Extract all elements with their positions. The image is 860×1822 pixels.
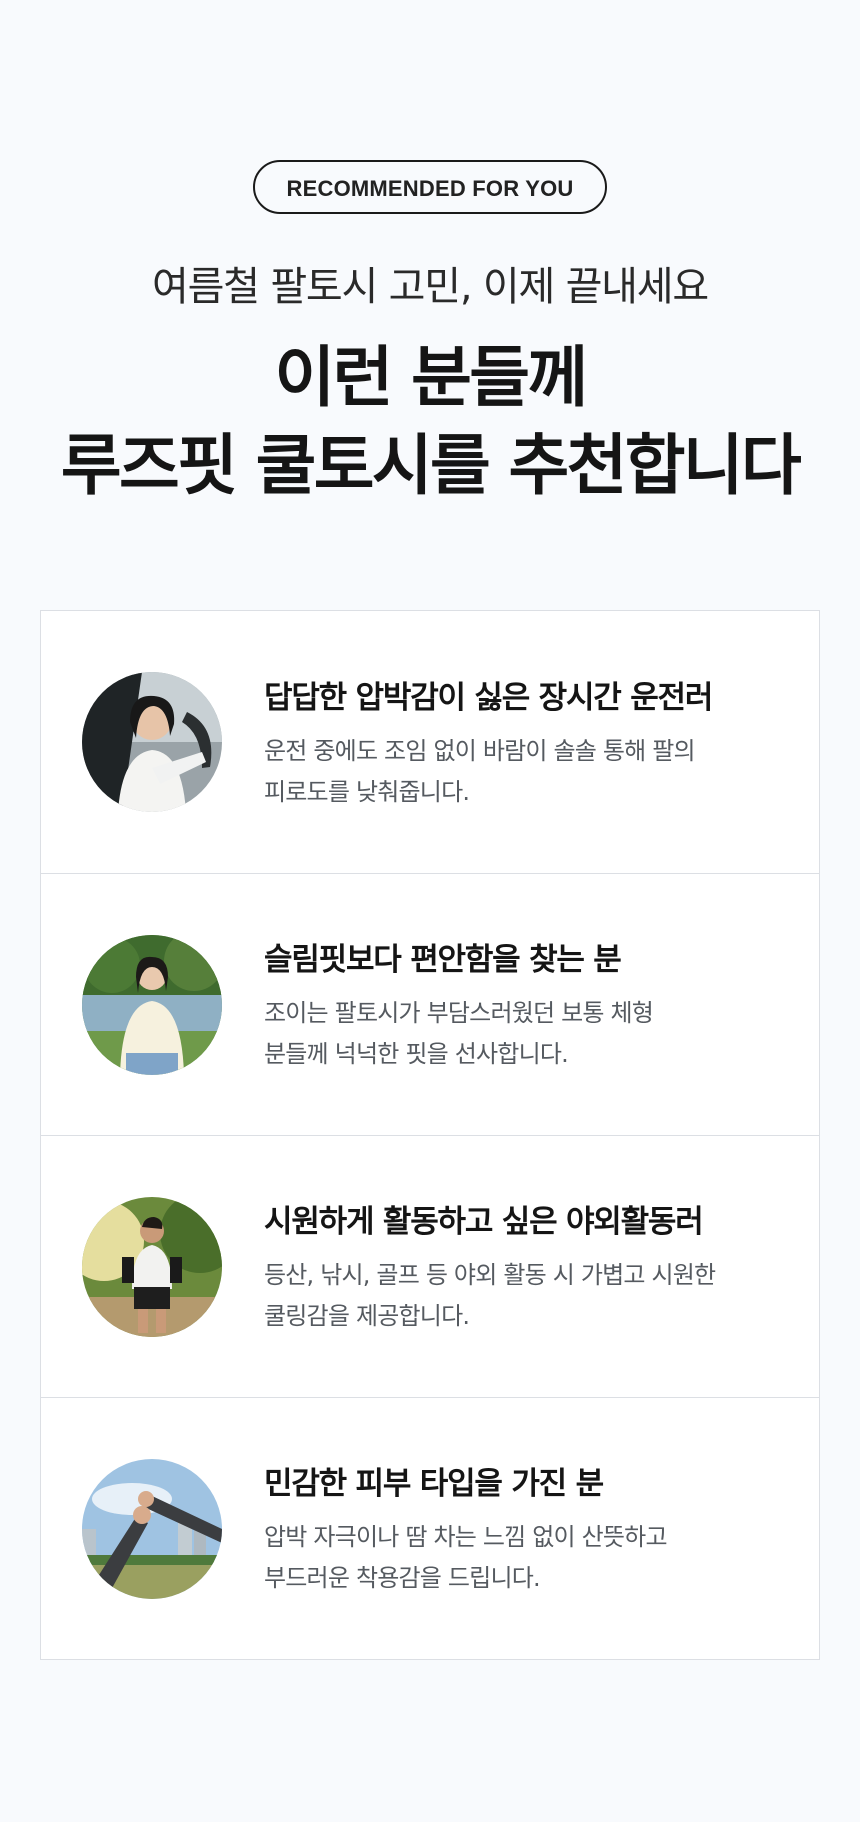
recommended-badge: RECOMMENDED FOR YOU (252, 160, 608, 214)
card-description: 압박 자극이나 땀 차는 느낌 없이 산뜻하고 부드러운 착용감을 드립니다. (264, 1517, 784, 1599)
description-line: 분들께 넉넉한 핏을 선사합니다. (264, 1040, 569, 1068)
driver-photo (82, 672, 222, 812)
card-description: 등산, 낚시, 골프 등 야외 활동 시 가볍고 시원한 쿨링감을 제공합니다. (264, 1255, 784, 1337)
hero-headline: 이런 분들께 루즈핏 쿨토시를 추천합니다 (0, 334, 860, 510)
headline-line-2: 루즈핏 쿨토시를 추천합니다 (60, 427, 802, 504)
hero-section: RECOMMENDED FOR YOU 여름철 팔토시 고민, 이제 끝내세요 … (0, 0, 860, 510)
description-line: 등산, 낚시, 골프 등 야외 활동 시 가볍고 시원한 (264, 1261, 716, 1289)
description-line: 운전 중에도 조임 없이 바람이 솔솔 통해 팔의 (264, 736, 696, 765)
card-title: 슬림핏보다 편안함을 찾는 분 (264, 942, 622, 978)
description-line: 부드러운 착용감을 드립니다. (264, 1564, 541, 1592)
card-text: 시원하게 활동하고 싶은 야외활동러 등산, 낚시, 골프 등 야외 활동 시 … (264, 1196, 784, 1337)
card-text: 슬림핏보다 편안함을 찾는 분 조이는 팔토시가 부담스러웠던 보통 체형 분들… (264, 934, 784, 1075)
description-line: 쿨링감을 제공합니다. (264, 1302, 470, 1330)
card-title: 답답한 압박감이 싫은 장시간 운전러 (264, 679, 713, 716)
card-text: 민감한 피부 타입을 가진 분 압박 자극이나 땀 차는 느낌 없이 산뜻하고 … (264, 1458, 784, 1599)
list-item: 슬림핏보다 편안함을 찾는 분 조이는 팔토시가 부담스러웠던 보통 체형 분들… (41, 873, 819, 1135)
hero-subtitle: 여름철 팔토시 고민, 이제 끝내세요 (152, 264, 709, 310)
headline-line-1: 이런 분들께 (274, 339, 589, 416)
card-description: 조이는 팔토시가 부담스러웠던 보통 체형 분들께 넉넉한 핏을 선사합니다. (264, 993, 784, 1075)
list-item: 민감한 피부 타입을 가진 분 압박 자극이나 땀 차는 느낌 없이 산뜻하고 … (41, 1397, 819, 1659)
card-title: 민감한 피부 타입을 가진 분 (264, 1466, 604, 1502)
recommendation-list: 답답한 압박감이 싫은 장시간 운전러 운전 중에도 조임 없이 바람이 솔솔 … (40, 610, 820, 1660)
lake-woman-photo (82, 934, 222, 1075)
list-item: 시원하게 활동하고 싶은 야외활동러 등산, 낚시, 골프 등 야외 활동 시 … (41, 1135, 819, 1397)
description-line: 압박 자극이나 땀 차는 느낌 없이 산뜻하고 (264, 1523, 668, 1551)
description-line: 피로도를 낮춰줍니다. (264, 777, 470, 806)
runner-photo (82, 1196, 222, 1337)
list-item: 답답한 압박감이 싫은 장시간 운전러 운전 중에도 조임 없이 바람이 솔솔 … (41, 611, 819, 873)
card-title: 시원하게 활동하고 싶은 야외활동러 (264, 1204, 704, 1240)
description-line: 조이는 팔토시가 부담스러웠던 보통 체형 (264, 999, 654, 1027)
card-text: 답답한 압박감이 싫은 장시간 운전러 운전 중에도 조임 없이 바람이 솔솔 … (264, 672, 784, 813)
arm-sleeves-photo (82, 1458, 222, 1599)
card-description: 운전 중에도 조임 없이 바람이 솔솔 통해 팔의 피로도를 낮춰줍니다. (264, 731, 784, 813)
